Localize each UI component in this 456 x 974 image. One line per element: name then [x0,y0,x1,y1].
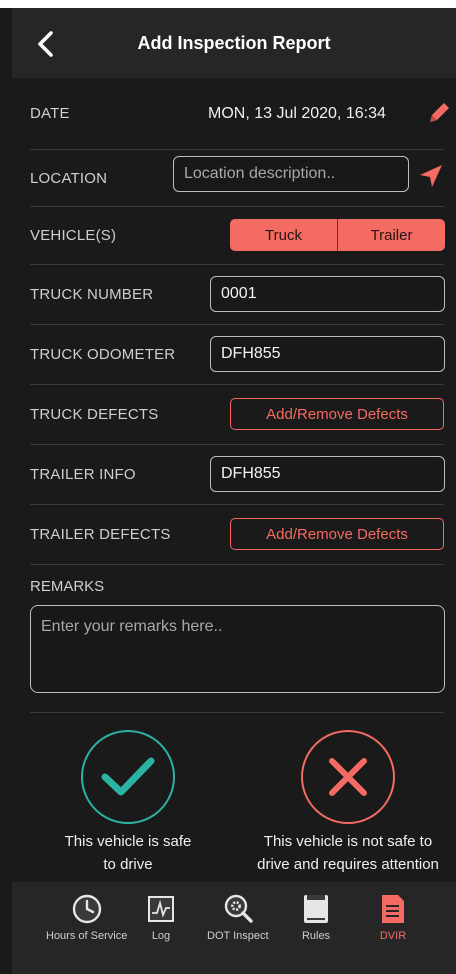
location-input[interactable] [173,156,409,192]
truck-defects-label: TRUCK DEFECTS [30,406,159,423]
back-button[interactable] [26,24,66,64]
trailer-toggle-button[interactable]: Trailer [338,219,445,251]
status-bar-area [0,0,456,8]
date-row: DATE MON, 13 Jul 2020, 16:34 [30,78,449,150]
tab-label: Log [151,930,171,942]
checkmark-icon [101,757,155,796]
tab-label: Rules [301,930,331,942]
tab-label: DOT Inspect [207,930,269,942]
not-safe-caption-line2: drive and requires attention [257,856,439,873]
safe-caption: This vehicle is safe to drive [28,830,228,876]
book-icon [304,895,328,923]
chevron-left-icon [38,31,53,57]
bottom-tab-bar: Hours of Service Log DOT Inspect Rules D… [12,882,456,974]
tab-dvir[interactable]: DVIR [378,892,408,942]
inspection-form: DATE MON, 13 Jul 2020, 16:34 LOCATION VE… [12,78,456,882]
date-value: MON, 13 Jul 2020, 16:34 [208,104,386,122]
tab-dot-inspect[interactable]: DOT Inspect [207,892,269,942]
truck-toggle-button[interactable]: Truck [230,219,337,251]
truck-number-label: TRUCK NUMBER [30,286,154,303]
tab-label: DVIR [379,930,407,942]
section-divider [30,712,444,713]
safe-caption-line2: to drive [103,856,153,873]
location-arrow-icon[interactable] [418,163,444,189]
app-header: Add Inspection Report [12,8,456,78]
remarks-input[interactable] [30,605,445,693]
trailer-info-label: TRAILER INFO [30,466,136,483]
magnifier-gear-icon [224,894,253,923]
truck-odometer-input[interactable] [210,336,445,372]
clock-icon [72,894,101,924]
not-safe-caption: This vehicle is not safe to drive and re… [248,830,448,876]
safe-to-drive-button[interactable] [81,730,175,824]
page-title: Add Inspection Report [137,32,331,53]
trailer-defects-label: TRAILER DEFECTS [30,526,171,543]
trailer-defects-button[interactable]: Add/Remove Defects [230,518,444,550]
tab-label: Hours of Service [46,930,128,942]
not-safe-caption-line1: This vehicle is not safe to [263,833,433,850]
date-label: DATE [30,105,70,122]
tab-log[interactable]: Log [146,892,176,942]
vehicles-label: VEHICLE(S) [30,227,117,244]
document-icon [382,895,404,923]
tab-hours-of-service[interactable]: Hours of Service [46,892,127,942]
trailer-info-input[interactable] [210,456,445,492]
close-icon [329,758,367,796]
chart-icon [148,896,174,922]
pencil-icon[interactable] [426,100,452,126]
remarks-label: REMARKS [30,578,105,595]
tab-rules[interactable]: Rules [301,892,331,942]
truck-defects-button[interactable]: Add/Remove Defects [230,398,444,430]
vehicle-toggle: Truck Trailer [230,219,445,251]
truck-odometer-label: TRUCK ODOMETER [30,346,176,363]
not-safe-button[interactable] [301,730,395,824]
location-label: LOCATION [30,169,108,187]
safe-caption-line1: This vehicle is safe [64,833,192,850]
truck-number-input[interactable] [210,276,445,312]
